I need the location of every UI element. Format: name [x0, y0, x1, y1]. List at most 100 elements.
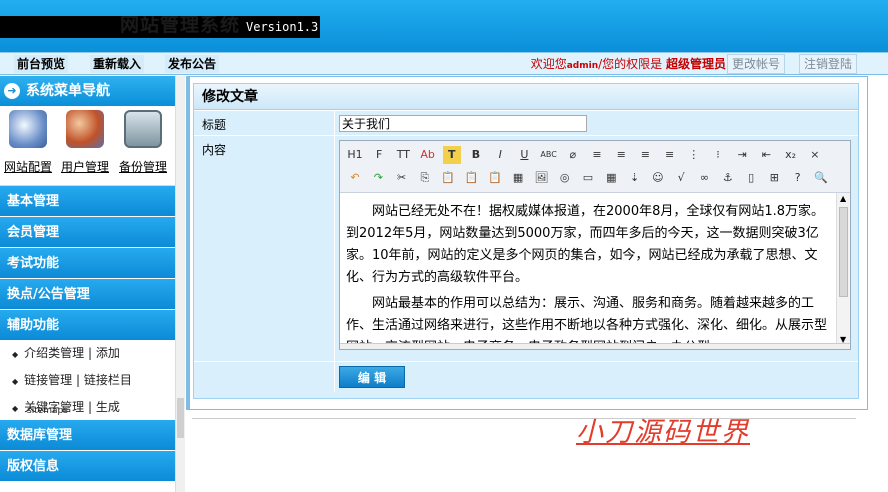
- quick-links: 网站配置 用户管理 备份管理: [0, 106, 175, 186]
- main-area: 修改文章 标题 内容 H1 F TT Ab TBIU ABC ⌀ ≡ ≡ ≡ ≡ ⋮ ⁝ ⇥ ⇤ x₂ × ↶ ↷ ✂…: [186, 76, 888, 492]
- sidebar-title: 系统菜单导航: [26, 83, 110, 99]
- paste-text-icon[interactable]: 📋: [463, 169, 481, 187]
- align-left-icon[interactable]: ≡: [588, 146, 606, 164]
- page-break-icon[interactable]: ⇣: [626, 169, 644, 187]
- app-title-faint: 网站管理系统: [120, 16, 241, 36]
- quick-site-config[interactable]: 网站配置: [0, 110, 56, 175]
- subscript-icon[interactable]: x₂: [782, 146, 800, 164]
- insert-table-alt-icon[interactable]: ▦: [509, 169, 527, 187]
- sidebar-scrollbar[interactable]: [175, 76, 185, 492]
- paste-word-icon[interactable]: 📋: [486, 169, 504, 187]
- editor-content[interactable]: 网站已经无处不在！据权威媒体报道，在2000年8月，全球仅有网站1.8万家。到2…: [340, 193, 838, 345]
- users-icon: [66, 110, 104, 148]
- paste-icon[interactable]: 📋: [439, 169, 457, 187]
- app-logo: 网站管理系统 Version1.3: [0, 16, 320, 38]
- menu-exam[interactable]: 考试功能: [0, 248, 175, 279]
- quick-backup-label: 备份管理: [118, 160, 167, 174]
- ordered-list-icon[interactable]: ⋮: [685, 146, 703, 164]
- font-size-icon[interactable]: TT: [394, 146, 412, 164]
- sidebar-header: ➜ 系统菜单导航: [0, 76, 175, 106]
- insert-image-icon[interactable]: 🖼: [532, 169, 550, 187]
- fullscreen-icon[interactable]: ⊞: [765, 169, 783, 187]
- strikethrough-icon[interactable]: ABC: [540, 146, 558, 164]
- welcome-prefix: 欢迎您: [530, 57, 567, 71]
- sub-sitemaps-text[interactable]: sitemaps: [27, 406, 68, 416]
- bullet-icon: ◆: [12, 404, 19, 413]
- unordered-list-icon[interactable]: ⁝: [709, 146, 727, 164]
- menu-auxiliary[interactable]: 辅助功能: [0, 310, 175, 341]
- emoticon-icon[interactable]: ☺: [649, 169, 667, 187]
- edit-submit-button[interactable]: 编 辑: [339, 366, 405, 388]
- help-icon[interactable]: ?: [789, 169, 807, 187]
- title-row: 标题: [194, 110, 858, 135]
- content-cell: H1 F TT Ab T B I U ABC ⌀ ≡ ≡ ≡ ≡ ⋮ ⁝ ⇥ ⇤ x₂ × ↶ ↷ ✂ ⎘ 📋 📋 📋 ▦ 🖼 ◎ ▭ ▦ ⇣ ☺…: [334, 136, 858, 361]
- scroll-up-icon[interactable]: ▲: [840, 194, 846, 203]
- gears-icon: [9, 110, 47, 148]
- rich-text-editor: H1 F TT Ab T B I U ABC ⌀ ≡ ≡ ≡ ≡ ⋮ ⁝ ⇥ ⇤ x₂ × ↶ ↷ ✂ ⎘ 📋 📋 📋 ▦ 🖼 ◎ ▭ ▦ ⇣ ☺…: [339, 140, 851, 350]
- menu-basic[interactable]: 基本管理: [0, 186, 175, 217]
- italic-icon[interactable]: I: [491, 146, 509, 164]
- bullet-icon: ◆: [12, 377, 19, 386]
- sub-generate-link[interactable]: 生成: [96, 400, 120, 414]
- switch-account-button[interactable]: 更改帐号: [727, 54, 786, 74]
- role-label: 超级管理员: [665, 57, 726, 71]
- divider: [192, 418, 856, 419]
- copy-icon[interactable]: ⎘: [416, 169, 434, 187]
- clear-format-icon[interactable]: ⌀: [564, 146, 582, 164]
- highlight-icon[interactable]: T: [442, 146, 461, 164]
- title-input[interactable]: [339, 115, 587, 132]
- editor-scrollbar[interactable]: ▲ ▼: [836, 193, 850, 345]
- indent-icon[interactable]: ⇥: [733, 146, 751, 164]
- sub-intro-link[interactable]: 介绍类管理: [24, 346, 84, 360]
- undo-icon[interactable]: ↶: [346, 169, 364, 187]
- reload-button[interactable]: 重新载入: [90, 55, 145, 73]
- link-icon[interactable]: ∞: [696, 169, 714, 187]
- bold-icon[interactable]: B: [467, 146, 485, 164]
- sidebar-scroll-thumb[interactable]: [177, 398, 184, 438]
- heading-icon[interactable]: H1: [346, 146, 364, 164]
- justify-icon[interactable]: ≡: [661, 146, 679, 164]
- title-label: 标题: [202, 118, 227, 132]
- menu-copyright[interactable]: 版权信息: [0, 451, 175, 482]
- insert-flash-icon[interactable]: ◎: [556, 169, 574, 187]
- title-cell: [334, 111, 858, 135]
- version-label: Version1.3: [246, 20, 319, 34]
- underline-icon[interactable]: U: [515, 146, 533, 164]
- outdent-icon[interactable]: ⇤: [757, 146, 775, 164]
- logout-button[interactable]: 注销登陆: [799, 54, 858, 74]
- insert-media-icon[interactable]: ▭: [579, 169, 597, 187]
- submit-cell: 编 辑: [334, 362, 858, 392]
- publish-notice-button[interactable]: 发布公告: [165, 55, 220, 73]
- sub-links-column-link[interactable]: 链接栏目: [84, 373, 132, 387]
- cut-icon[interactable]: ✂: [393, 169, 411, 187]
- preview-frontend-button[interactable]: 前台预览: [14, 55, 69, 73]
- formula-icon[interactable]: √: [672, 169, 690, 187]
- main-frame: 修改文章 标题 内容 H1 F TT Ab TBIU ABC ⌀ ≡ ≡ ≡ ≡ ⋮ ⁝ ⇥ ⇤ x₂ × ↶ ↷ ✂…: [186, 76, 868, 410]
- sidebar: ➜ 系统菜单导航 网站配置 用户管理 备份管理 基本管理 会员管理 考试功能 换…: [0, 76, 175, 492]
- quick-backup[interactable]: 备份管理: [115, 110, 171, 175]
- username: admin: [566, 61, 599, 71]
- editor-toolbar: H1 F TT Ab T B I U ABC ⌀ ≡ ≡ ≡ ≡ ⋮ ⁝ ⇥ ⇤ x₂ × ↶ ↷ ✂ ⎘ 📋 📋 📋 ▦ 🖼 ◎ ▭ ▦ ⇣ ☺…: [340, 141, 850, 193]
- quick-user-manage[interactable]: 用户管理: [57, 110, 113, 175]
- menu-members[interactable]: 会员管理: [0, 217, 175, 248]
- align-center-icon[interactable]: ≡: [612, 146, 630, 164]
- sub-item-intro: ◆ 介绍类管理 | 添加: [12, 346, 120, 360]
- insert-table-icon[interactable]: ▦: [602, 169, 620, 187]
- font-family-icon[interactable]: F: [370, 146, 388, 164]
- sub-intro-add-link[interactable]: 添加: [96, 346, 120, 360]
- zoom-icon[interactable]: 🔍: [812, 169, 830, 187]
- align-right-icon[interactable]: ≡: [636, 146, 654, 164]
- welcome-text: 欢迎您admin/您的权限是 超级管理员: [531, 56, 726, 74]
- superscript-icon[interactable]: ×: [806, 146, 824, 164]
- editor-scroll-thumb[interactable]: [839, 207, 848, 297]
- edit-article-panel: 修改文章 标题 内容 H1 F TT Ab TBIU ABC ⌀ ≡ ≡ ≡ ≡ ⋮ ⁝ ⇥ ⇤ x₂ × ↶ ↷ ✂…: [193, 83, 859, 399]
- menu-database[interactable]: 数据库管理: [0, 420, 175, 451]
- font-color-icon[interactable]: Ab: [419, 146, 437, 164]
- source-icon[interactable]: ▯: [742, 169, 760, 187]
- menu-points-notice[interactable]: 换点/公告管理: [0, 279, 175, 310]
- redo-icon[interactable]: ↷: [369, 169, 387, 187]
- backup-icon: [124, 110, 162, 148]
- sub-links-link[interactable]: 链接管理: [24, 373, 72, 387]
- anchor-icon[interactable]: ⚓: [719, 169, 737, 187]
- editor-resize-grip[interactable]: [340, 343, 850, 349]
